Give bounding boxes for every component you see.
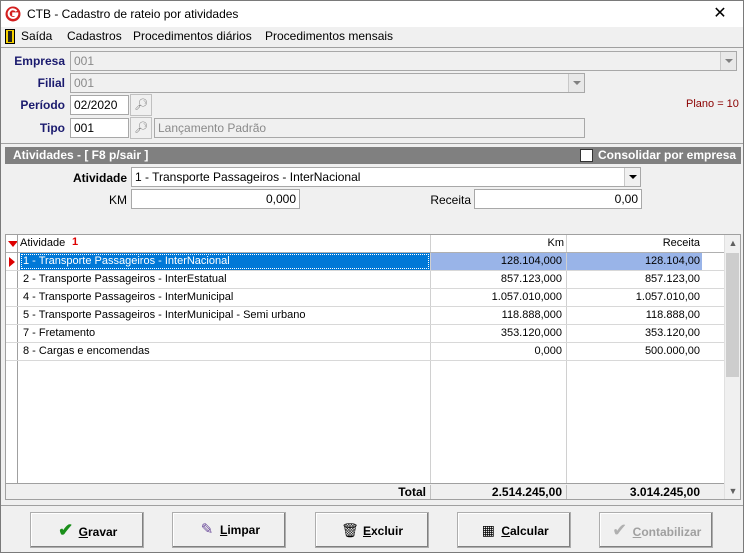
filial-label: Filial — [37, 76, 65, 90]
divider — [1, 143, 743, 144]
total-label: Total — [398, 485, 426, 499]
menu-cadastros[interactable]: Cadastros — [67, 29, 122, 43]
periodo-label: Período — [20, 98, 65, 112]
atividades-grid: Atividade 1 Km Receita 1 - Transporte Pa… — [5, 234, 741, 500]
menu-bar: Saída Cadastros Procedimentos diários Pr… — [1, 27, 743, 46]
filial-value: 001 — [74, 76, 95, 90]
atividades-header-title: Atividades - [ F8 p/sair ] — [13, 148, 149, 162]
consolidar-checkbox[interactable] — [580, 149, 593, 162]
cell-km: 353.120,000 — [430, 325, 566, 342]
cell-receita: 128.104,00 — [566, 253, 702, 270]
cell-atividade: 8 - Cargas e encomendas — [23, 345, 150, 357]
chevron-down-icon[interactable] — [624, 168, 640, 186]
binoculars-search-icon[interactable]: 🔎︎ — [130, 94, 152, 116]
grid-header: Atividade 1 Km Receita — [6, 235, 726, 253]
divider — [1, 47, 743, 48]
calculator-icon: ▦ — [481, 522, 495, 538]
cell-receita: 500.000,00 — [566, 343, 702, 360]
empresa-select[interactable]: 001 — [70, 51, 737, 71]
column-divider — [430, 361, 431, 483]
trash-can-icon: 🗑︎ — [341, 522, 359, 538]
tipo-description: Lançamento Padrão — [154, 118, 585, 138]
cell-km: 128.104,000 — [430, 253, 566, 270]
table-row[interactable]: 2 - Transporte Passageiros - InterEstatu… — [6, 271, 726, 289]
gravar-button[interactable]: ✔ Gravar — [30, 512, 144, 548]
cell-receita: 1.057.010,00 — [566, 289, 702, 306]
app-logo-icon — [5, 6, 21, 22]
tipo-label: Tipo — [39, 121, 65, 135]
receita-label: Receita — [430, 193, 471, 207]
receita-input[interactable]: 0,00 — [474, 189, 642, 209]
checkmark-icon: ✔ — [612, 520, 628, 540]
scroll-down-icon[interactable]: ▼ — [725, 483, 740, 499]
cell-atividade: 7 - Fretamento — [23, 327, 96, 339]
consolidar-label: Consolidar por empresa — [598, 148, 737, 162]
plano-indicator: Plano = 10 — [686, 98, 739, 110]
km-input[interactable]: 0,000 — [131, 189, 300, 209]
current-row-indicator-icon — [9, 257, 15, 267]
cell-atividade: 4 - Transporte Passageiros - InterMunici… — [23, 291, 234, 303]
table-row[interactable]: 4 - Transporte Passageiros - InterMunici… — [6, 289, 726, 307]
cell-atividade: 5 - Transporte Passageiros - InterMunici… — [23, 309, 306, 321]
vertical-scrollbar[interactable]: ▲ ▼ — [724, 235, 740, 499]
menu-saida[interactable]: Saída — [21, 29, 52, 43]
application-window: CTB - Cadastro de rateio por atividades … — [0, 0, 744, 553]
cell-receita: 857.123,00 — [566, 271, 702, 288]
column-header-atividade[interactable]: Atividade — [20, 237, 65, 249]
atividade-label: Atividade — [72, 171, 127, 185]
sort-order-badge: 1 — [72, 236, 79, 248]
cell-km: 857.123,000 — [430, 271, 566, 288]
table-row[interactable]: 8 - Cargas e encomendas 0,000 500.000,00 — [6, 343, 726, 361]
binoculars-search-icon[interactable]: 🔎︎ — [130, 117, 152, 139]
calcular-button[interactable]: ▦ Calcular — [457, 512, 571, 548]
tipo-input[interactable]: 001 — [70, 118, 129, 138]
cell-atividade: 2 - Transporte Passageiros - InterEstatu… — [23, 273, 227, 285]
periodo-input[interactable]: 02/2020 — [70, 95, 129, 115]
empresa-value: 001 — [74, 54, 95, 68]
eraser-brush-icon: ✎ — [200, 521, 214, 538]
total-receita: 3.014.245,00 — [566, 485, 702, 499]
total-km: 2.514.245,00 — [430, 485, 566, 499]
cell-atividade: 1 - Transporte Passageiros - InterNacion… — [20, 253, 430, 270]
column-divider — [566, 361, 567, 483]
atividade-value: 1 - Transporte Passageiros - InterNacion… — [135, 170, 361, 184]
contabilizar-button[interactable]: ✔ Contabilizar — [599, 512, 713, 548]
table-row[interactable]: 5 - Transporte Passageiros - InterMunici… — [6, 307, 726, 325]
chevron-down-icon[interactable] — [720, 52, 736, 70]
exit-door-icon — [5, 29, 15, 44]
excluir-button[interactable]: 🗑︎ Excluir — [315, 512, 429, 548]
column-header-km[interactable]: Km — [430, 235, 564, 252]
filial-select[interactable]: 001 — [70, 73, 585, 93]
empresa-label: Empresa — [14, 54, 65, 68]
grid-totals-footer: Total 2.514.245,00 3.014.245,00 — [6, 483, 726, 499]
cell-receita: 118.888,00 — [566, 307, 702, 324]
title-bar: CTB - Cadastro de rateio por atividades … — [1, 1, 743, 27]
window-title: CTB - Cadastro de rateio por atividades — [27, 7, 239, 21]
divider — [1, 505, 743, 506]
scroll-up-icon[interactable]: ▲ — [725, 235, 740, 251]
limpar-button[interactable]: ✎ Limpar — [172, 512, 286, 548]
cell-km: 0,000 — [430, 343, 566, 360]
cell-km: 118.888,000 — [430, 307, 566, 324]
atividade-select[interactable]: 1 - Transporte Passageiros - InterNacion… — [131, 167, 641, 187]
menu-procedimentos-diarios[interactable]: Procedimentos diários — [133, 29, 252, 43]
checkmark-icon: ✔ — [58, 520, 74, 540]
chevron-down-icon[interactable] — [568, 74, 584, 92]
table-row[interactable]: 1 - Transporte Passageiros - InterNacion… — [6, 253, 726, 271]
menu-procedimentos-mensais[interactable]: Procedimentos mensais — [265, 29, 393, 43]
cell-receita: 353.120,00 — [566, 325, 702, 342]
close-window-button[interactable]: ✕ — [697, 1, 743, 27]
table-row[interactable]: 7 - Fretamento 353.120,000 353.120,00 — [6, 325, 726, 343]
scrollbar-thumb[interactable] — [726, 253, 739, 377]
column-header-receita[interactable]: Receita — [566, 235, 700, 252]
km-label: KM — [109, 193, 127, 207]
cell-km: 1.057.010,000 — [430, 289, 566, 306]
